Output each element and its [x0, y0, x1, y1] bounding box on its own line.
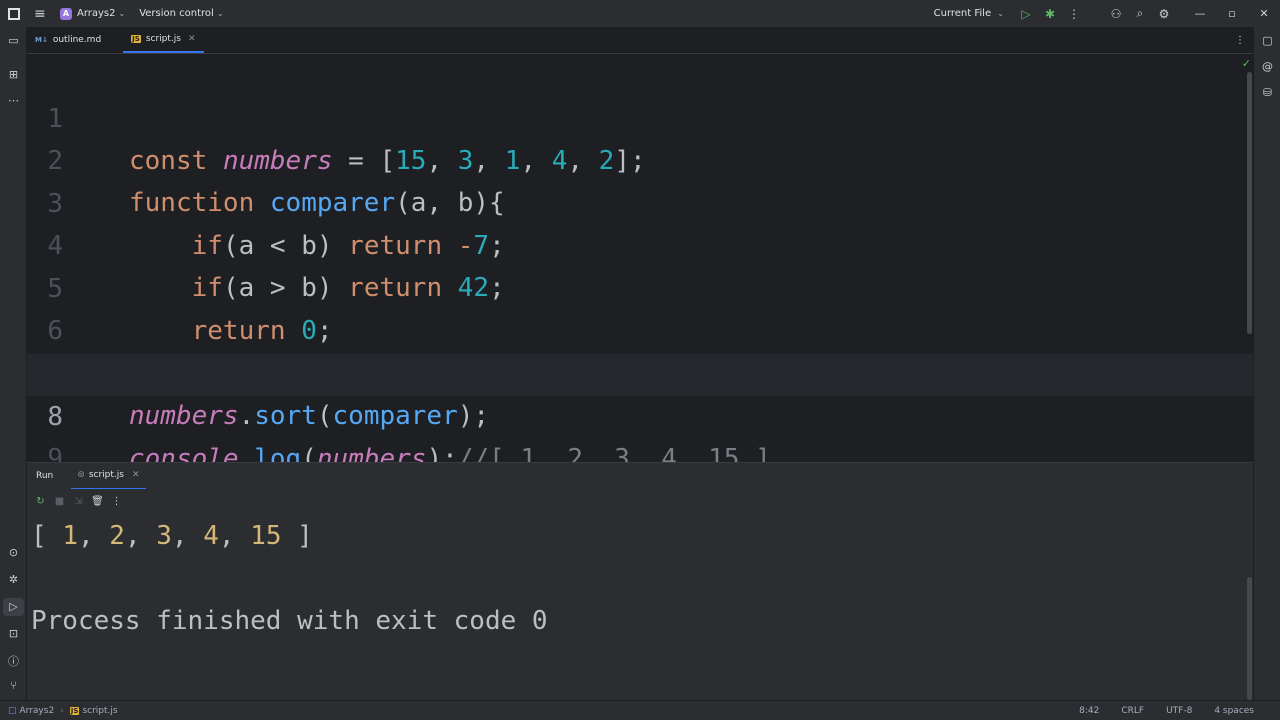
tab-label: outline.md: [52, 35, 102, 45]
code-line[interactable]: 1 const numbers = [15, 3, 1, 4, 2];: [27, 56, 1253, 176]
more-options-icon[interactable]: ⋮: [107, 496, 126, 507]
run-panel-header: Run ⊚ script.js ✕: [27, 462, 1253, 490]
maximize-icon[interactable]: ▫: [1216, 7, 1248, 20]
code-editor[interactable]: ✓ 1 const numbers = [15, 3, 1, 4, 2]; 2 …: [27, 54, 1253, 462]
tab-outline-md[interactable]: M↓ outline.md: [27, 27, 109, 53]
gear-icon[interactable]: ⚙: [1152, 7, 1176, 21]
left-tool-strip: ▭ ⊞ ⋯ ⊙ ✲ ▷ ⊡ ⓘ ⑂: [0, 27, 27, 700]
status-bar: ▢ Arrays2 › JS script.js 8:42 CRLF UTF-8…: [0, 700, 1280, 720]
version-control-menu[interactable]: Version control: [139, 8, 214, 19]
close-tab-icon[interactable]: ✕: [188, 34, 196, 44]
right-tool-strip: ▢ @ ⛁: [1253, 27, 1280, 700]
project-badge[interactable]: A: [60, 7, 72, 20]
breadcrumb-separator-icon: ›: [60, 705, 64, 716]
console-line: [ 1, 2, 3, 4, 15 ]: [31, 521, 313, 551]
breadcrumb: ▢ Arrays2 › JS script.js: [8, 706, 118, 716]
problems-icon[interactable]: ⓘ: [0, 653, 27, 669]
services-icon[interactable]: ⊙: [0, 546, 27, 559]
console-scrollbar[interactable]: [1247, 577, 1252, 700]
ai-assistant-icon[interactable]: @: [1254, 60, 1280, 73]
app-logo-icon: [8, 7, 20, 20]
main-menu-icon[interactable]: ≡: [34, 7, 48, 21]
title-bar: ≡ A Arrays2 ⌄ Version control ⌄ Current …: [0, 0, 1280, 27]
more-actions-icon[interactable]: ⋮: [1062, 7, 1086, 21]
breadcrumb-project[interactable]: Arrays2: [20, 706, 55, 716]
chevron-down-icon: ⌄: [997, 9, 1004, 18]
module-icon: ▢: [8, 705, 17, 716]
run-tool-icon[interactable]: ▷: [3, 598, 24, 616]
database-icon[interactable]: ⛁: [1254, 86, 1280, 99]
terminal-icon[interactable]: ⊡: [0, 627, 27, 640]
tab-script-js[interactable]: JS script.js ✕: [123, 27, 204, 53]
scroll-to-end-icon[interactable]: ⇲: [69, 496, 88, 507]
bug-icon[interactable]: ✲: [0, 573, 27, 586]
structure-icon[interactable]: ⊞: [0, 68, 27, 81]
code-text: console.log(numbers);//[ 1, 2, 3, 4, 15 …: [129, 444, 771, 462]
run-toolbar: ↻ ■ ⇲ 🗑 ⋮: [27, 489, 1253, 513]
close-icon[interactable]: ✕: [1248, 7, 1280, 20]
more-tools-icon[interactable]: ⋯: [0, 94, 27, 107]
git-icon[interactable]: ⑂: [0, 679, 27, 692]
breadcrumb-file[interactable]: script.js: [82, 706, 117, 716]
add-user-icon[interactable]: ⚇: [1104, 7, 1128, 21]
run-console-output[interactable]: [ 1, 2, 3, 4, 15 ] Process finished with…: [27, 513, 1253, 700]
javascript-file-icon: JS: [131, 35, 141, 43]
chevron-down-icon[interactable]: ⌄: [217, 9, 224, 18]
code-line-current[interactable]: 8 console.log(numbers);//[ 1, 2, 3, 4, 1…: [27, 354, 1253, 462]
code-line[interactable]: 9: [27, 396, 1253, 462]
markdown-file-icon: M↓: [35, 36, 48, 44]
run-icon[interactable]: ▷: [1014, 7, 1038, 21]
project-name[interactable]: Arrays2: [77, 8, 116, 19]
console-line: Process finished with exit code 0: [31, 606, 548, 636]
notifications-icon[interactable]: ▢: [1254, 34, 1280, 47]
tab-label: script.js: [145, 34, 181, 44]
code-line[interactable]: 3 if(a < b) return -7;: [27, 141, 1253, 261]
trash-icon[interactable]: 🗑: [88, 496, 107, 507]
run-config-icon: ⊚: [77, 470, 85, 480]
debug-icon[interactable]: ✱: [1038, 7, 1062, 21]
run-config-label: Current File: [933, 8, 992, 19]
code-line[interactable]: 2 function comparer(a, b){: [27, 98, 1253, 218]
folder-icon[interactable]: ▭: [0, 34, 27, 47]
code-line[interactable]: 4 if(a > b) return 42;: [27, 183, 1253, 303]
run-tab-script-js[interactable]: ⊚ script.js ✕: [71, 463, 146, 490]
indent-setting[interactable]: 4 spaces: [1214, 706, 1254, 716]
code-line[interactable]: 5 return 0;: [27, 226, 1253, 346]
close-tab-icon[interactable]: ✕: [132, 470, 140, 480]
file-encoding[interactable]: UTF-8: [1166, 706, 1192, 716]
line-ending[interactable]: CRLF: [1121, 706, 1144, 716]
editor-tab-bar: M↓ outline.md JS script.js ✕ ⋮: [27, 27, 1253, 54]
chevron-down-icon[interactable]: ⌄: [119, 9, 126, 18]
search-icon[interactable]: ⌕: [1128, 6, 1152, 21]
minimize-icon[interactable]: —: [1184, 7, 1216, 20]
code-line[interactable]: 6 }: [27, 268, 1253, 388]
cursor-position[interactable]: 8:42: [1079, 706, 1099, 716]
tab-actions-icon[interactable]: ⋮: [1235, 27, 1245, 54]
stop-icon[interactable]: ■: [50, 496, 69, 507]
run-panel-title[interactable]: Run: [36, 471, 53, 481]
line-number: 9: [47, 444, 63, 462]
run-configuration-selector[interactable]: Current File ⌄: [934, 8, 1004, 19]
code-line[interactable]: 7 numbers.sort(comparer);: [27, 311, 1253, 431]
rerun-icon[interactable]: ↻: [31, 496, 50, 507]
javascript-file-icon: JS: [69, 706, 80, 715]
run-tab-label: script.js: [88, 470, 124, 480]
